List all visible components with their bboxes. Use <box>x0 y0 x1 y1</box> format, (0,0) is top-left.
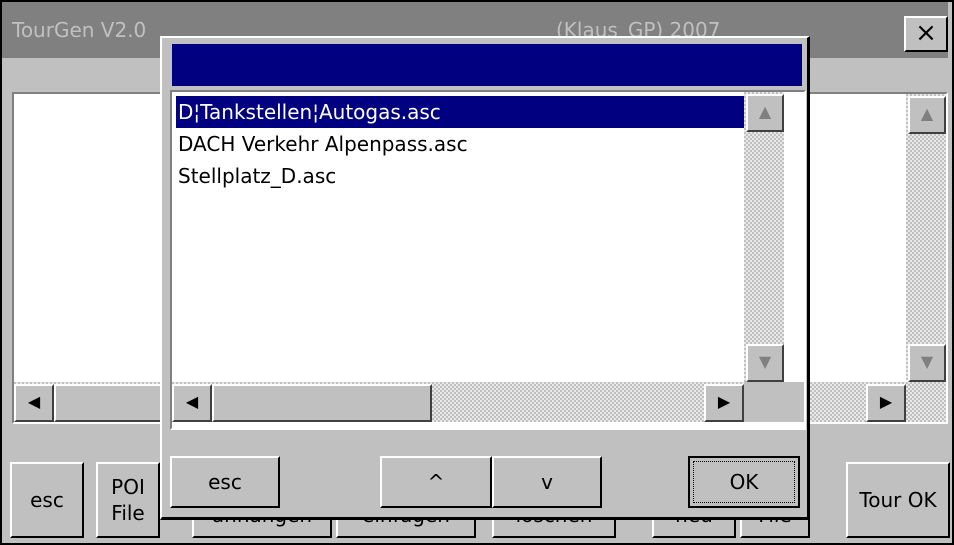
dialog-hscroll-thumb[interactable] <box>212 384 432 422</box>
caret-up-icon: ^ <box>427 470 445 494</box>
dialog-scroll-up-button[interactable]: ▲ <box>746 94 784 132</box>
scroll-corner <box>744 382 804 422</box>
main-hscroll-thumb[interactable] <box>54 384 174 422</box>
dialog-scroll-down-button[interactable]: ▼ <box>746 344 784 382</box>
file-list[interactable]: D¦Tankstellen¦Autogas.asc DACH Verkehr A… <box>170 90 806 430</box>
poi-file-button[interactable]: POI File <box>96 462 160 538</box>
tour-ok-button[interactable]: Tour OK <box>846 462 950 538</box>
scroll-right-icon: ▶ <box>717 392 731 411</box>
scroll-up-icon: ▲ <box>758 102 772 121</box>
scroll-right-icon: ▶ <box>879 392 893 411</box>
scroll-left-icon: ◀ <box>185 392 199 411</box>
main-scroll-left-button[interactable]: ◀ <box>14 384 54 422</box>
scroll-left-icon: ◀ <box>27 392 41 411</box>
file-list-item[interactable]: Stellplatz_D.asc <box>176 160 744 192</box>
close-icon: × <box>915 18 937 48</box>
dialog-titlebar <box>172 44 802 86</box>
main-scroll-up-button[interactable]: ▲ <box>908 96 946 134</box>
scroll-up-button[interactable]: ^ <box>380 456 492 508</box>
dialog-scroll-left-button[interactable]: ◀ <box>172 384 212 422</box>
dialog-scroll-right-button[interactable]: ▶ <box>704 384 744 422</box>
main-scroll-right-button[interactable]: ▶ <box>866 384 906 422</box>
main-scroll-down-button[interactable]: ▼ <box>908 344 946 382</box>
caret-down-icon: v <box>541 470 553 494</box>
close-button[interactable]: × <box>904 16 948 52</box>
dialog-esc-button[interactable]: esc <box>170 456 280 508</box>
file-list-item[interactable]: D¦Tankstellen¦Autogas.asc <box>176 96 744 128</box>
main-esc-button[interactable]: esc <box>10 462 84 538</box>
file-list-item[interactable]: DACH Verkehr Alpenpass.asc <box>176 128 744 160</box>
dialog-vscroll-track[interactable] <box>744 92 784 382</box>
window-title: TourGen V2.0 <box>12 18 147 42</box>
ok-button[interactable]: OK <box>688 456 800 508</box>
scroll-down-icon: ▼ <box>920 352 934 371</box>
scroll-up-icon: ▲ <box>920 104 934 123</box>
scroll-down-icon: ▼ <box>758 352 772 371</box>
scroll-down-button[interactable]: v <box>492 456 602 508</box>
main-vscroll-track[interactable] <box>906 94 946 380</box>
